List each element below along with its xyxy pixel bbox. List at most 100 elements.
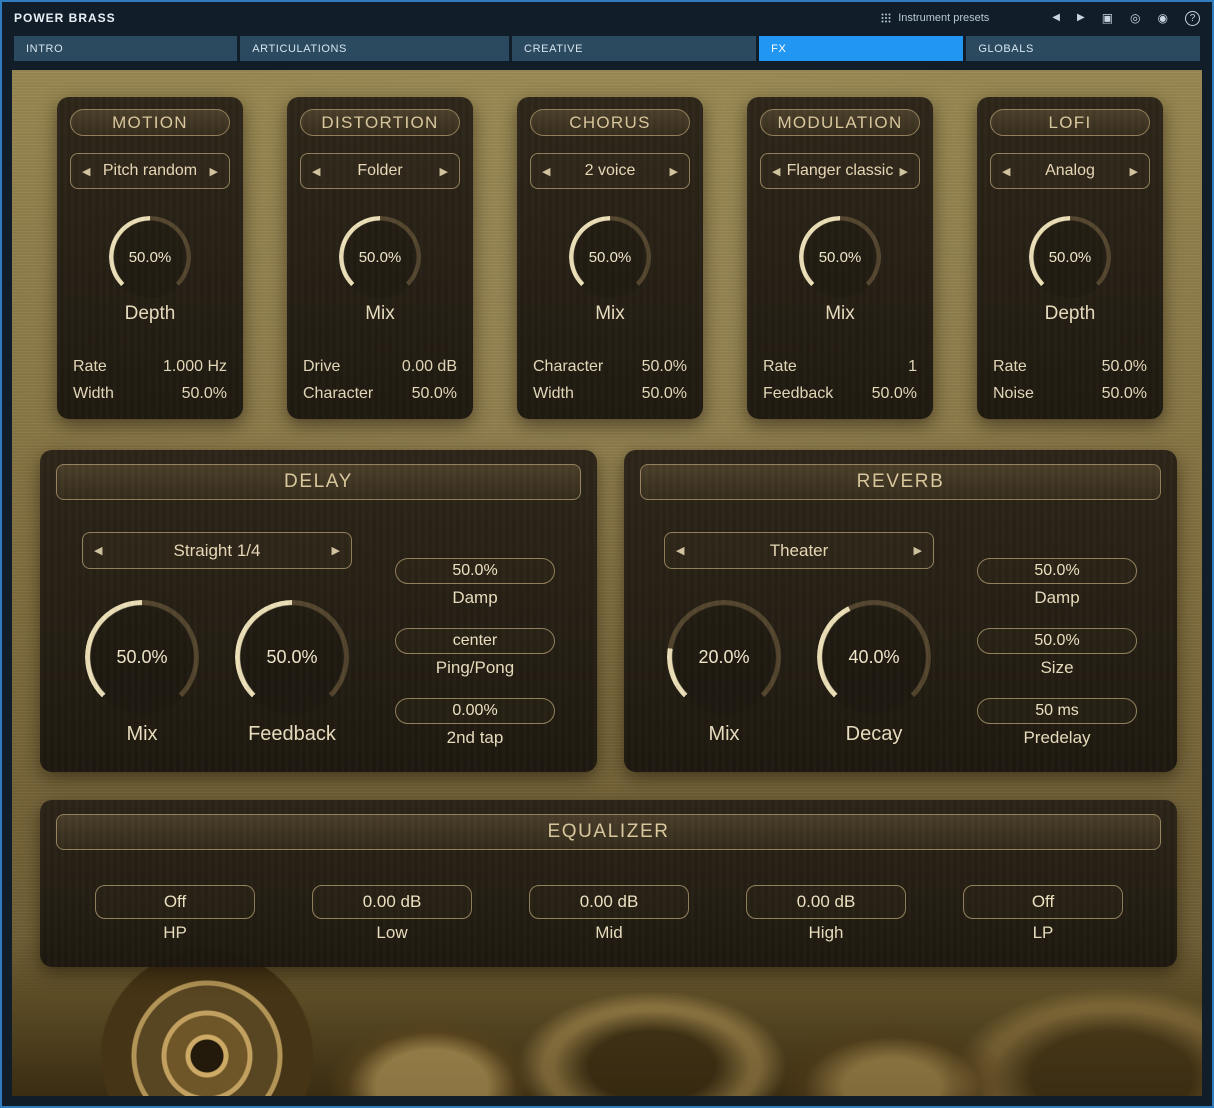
reverb-predelay-box[interactable]: 50 ms bbox=[977, 698, 1137, 724]
distortion-mix-knob[interactable]: 50.0% bbox=[339, 216, 421, 298]
motion-rate-param[interactable]: Rate 1.000 Hz bbox=[73, 353, 227, 380]
eye-icon[interactable]: ◉ bbox=[1158, 12, 1168, 24]
right-arrow-icon[interactable]: ▶ bbox=[670, 165, 678, 178]
delay-extra-params: 50.0% Damp center Ping/Pong 0.00% 2nd ta… bbox=[395, 558, 555, 748]
delay-mode-selector[interactable]: ◀ Straight 1/4 ▶ bbox=[82, 532, 352, 569]
lofi-depth-knob[interactable]: 50.0% bbox=[1029, 216, 1111, 298]
eq-mid-box[interactable]: 0.00 dB bbox=[529, 885, 689, 919]
knob-arc bbox=[799, 216, 881, 298]
reverb-panel-title: REVERB bbox=[640, 464, 1161, 500]
left-arrow-icon[interactable]: ◀ bbox=[82, 165, 90, 178]
distortion-drive-param[interactable]: Drive 0.00 dB bbox=[303, 353, 457, 380]
modulation-feedback-param[interactable]: Feedback 50.0% bbox=[763, 380, 917, 407]
param-name: Character bbox=[533, 358, 603, 376]
modulation-params: Rate 1 Feedback 50.0% bbox=[763, 353, 917, 407]
delay-2ndtap-group: 0.00% 2nd tap bbox=[395, 698, 555, 748]
left-arrow-icon[interactable]: ◀ bbox=[772, 165, 780, 178]
reverb-decay-knob[interactable]: 40.0% bbox=[817, 600, 931, 714]
chorus-mode-selector[interactable]: ◀ 2 voice ▶ bbox=[530, 153, 690, 189]
eq-low-box[interactable]: 0.00 dB bbox=[312, 885, 472, 919]
param-value: 50.0% bbox=[642, 385, 687, 403]
knob-arc bbox=[1029, 216, 1111, 298]
left-arrow-icon[interactable]: ◀ bbox=[676, 544, 684, 557]
delay-feedback-knob[interactable]: 50.0% bbox=[235, 600, 349, 714]
knob-arc bbox=[109, 216, 191, 298]
motion-panel: MOTION ◀ Pitch random ▶ 50.0% Depth Rate… bbox=[57, 97, 243, 419]
eq-mid-group: 0.00 dB Mid bbox=[529, 885, 689, 943]
param-name: Rate bbox=[993, 358, 1027, 376]
param-name: Rate bbox=[73, 358, 107, 376]
tab-creative[interactable]: CREATIVE bbox=[512, 36, 756, 61]
modulation-mode-value: Flanger classic bbox=[780, 162, 899, 180]
chorus-params: Character 50.0% Width 50.0% bbox=[533, 353, 687, 407]
eq-hp-group: Off HP bbox=[95, 885, 255, 943]
motion-mode-selector[interactable]: ◀ Pitch random ▶ bbox=[70, 153, 230, 189]
param-name: Width bbox=[73, 385, 114, 403]
chorus-width-param[interactable]: Width 50.0% bbox=[533, 380, 687, 407]
right-arrow-icon[interactable]: ▶ bbox=[210, 165, 218, 178]
delay-damp-box[interactable]: 50.0% bbox=[395, 558, 555, 584]
distortion-mode-value: Folder bbox=[320, 162, 439, 180]
right-arrow-icon[interactable]: ▶ bbox=[440, 165, 448, 178]
motion-width-param[interactable]: Width 50.0% bbox=[73, 380, 227, 407]
distortion-panel-title: DISTORTION bbox=[300, 109, 460, 136]
knob-arc bbox=[339, 216, 421, 298]
eq-hp-box[interactable]: Off bbox=[95, 885, 255, 919]
delay-2ndtap-box[interactable]: 0.00% bbox=[395, 698, 555, 724]
delay-damp-label: Damp bbox=[395, 588, 555, 608]
knob-label: Depth bbox=[1045, 303, 1096, 325]
next-preset-button[interactable]: ▶ bbox=[1077, 13, 1085, 23]
right-arrow-icon[interactable]: ▶ bbox=[332, 544, 340, 557]
reverb-damp-group: 50.0% Damp bbox=[977, 558, 1137, 608]
eq-high-box[interactable]: 0.00 dB bbox=[746, 885, 906, 919]
delay-2ndtap-label: 2nd tap bbox=[395, 728, 555, 748]
reverb-mix-knob[interactable]: 20.0% bbox=[667, 600, 781, 714]
modulation-mix-knob[interactable]: 50.0% bbox=[799, 216, 881, 298]
save-icon[interactable]: ▣ bbox=[1102, 12, 1113, 24]
reverb-predelay-label: Predelay bbox=[977, 728, 1137, 748]
knob-label: Mix bbox=[595, 303, 625, 325]
tab-fx[interactable]: FX bbox=[759, 36, 963, 61]
reverb-decay-group: 40.0% Decay bbox=[817, 600, 931, 746]
lofi-rate-param[interactable]: Rate 50.0% bbox=[993, 353, 1147, 380]
reverb-predelay-group: 50 ms Predelay bbox=[977, 698, 1137, 748]
left-arrow-icon[interactable]: ◀ bbox=[94, 544, 102, 557]
tab-intro[interactable]: INTRO bbox=[14, 36, 237, 61]
bypass-icon[interactable]: ◎ bbox=[1130, 12, 1140, 24]
distortion-params: Drive 0.00 dB Character 50.0% bbox=[303, 353, 457, 407]
reverb-size-box[interactable]: 50.0% bbox=[977, 628, 1137, 654]
reverb-mode-selector[interactable]: ◀ Theater ▶ bbox=[664, 532, 934, 569]
left-arrow-icon[interactable]: ◀ bbox=[542, 165, 550, 178]
delay-pingpong-box[interactable]: center bbox=[395, 628, 555, 654]
left-arrow-icon[interactable]: ◀ bbox=[312, 165, 320, 178]
reverb-size-label: Size bbox=[977, 658, 1137, 678]
instrument-presets-button[interactable]: Instrument presets bbox=[881, 12, 989, 24]
tab-articulations[interactable]: ARTICULATIONS bbox=[240, 36, 509, 61]
right-arrow-icon[interactable]: ▶ bbox=[900, 165, 908, 178]
eq-lp-box[interactable]: Off bbox=[963, 885, 1123, 919]
distortion-character-param[interactable]: Character 50.0% bbox=[303, 380, 457, 407]
prev-preset-button[interactable]: ◀ bbox=[1052, 13, 1060, 23]
chorus-panel-title: CHORUS bbox=[530, 109, 690, 136]
plugin-window: POWER BRASS Instrument presets ◀ ▶ ▣ ◎ ◉… bbox=[0, 0, 1214, 1108]
lofi-mode-selector[interactable]: ◀ Analog ▶ bbox=[990, 153, 1150, 189]
delay-mix-knob[interactable]: 50.0% bbox=[85, 600, 199, 714]
right-arrow-icon[interactable]: ▶ bbox=[1130, 165, 1138, 178]
left-arrow-icon[interactable]: ◀ bbox=[1002, 165, 1010, 178]
modulation-mode-selector[interactable]: ◀ Flanger classic ▶ bbox=[760, 153, 920, 189]
right-arrow-icon[interactable]: ▶ bbox=[914, 544, 922, 557]
knob-label: Mix bbox=[825, 303, 855, 325]
chorus-character-param[interactable]: Character 50.0% bbox=[533, 353, 687, 380]
modulation-rate-param[interactable]: Rate 1 bbox=[763, 353, 917, 380]
help-icon[interactable]: ? bbox=[1185, 11, 1200, 26]
tab-globals[interactable]: GLOBALS bbox=[966, 36, 1200, 61]
chorus-mix-knob[interactable]: 50.0% bbox=[569, 216, 651, 298]
eq-low-label: Low bbox=[312, 923, 472, 943]
modulation-panel-title: MODULATION bbox=[760, 109, 920, 136]
reverb-damp-box[interactable]: 50.0% bbox=[977, 558, 1137, 584]
param-name: Feedback bbox=[763, 385, 833, 403]
motion-depth-knob[interactable]: 50.0% bbox=[109, 216, 191, 298]
distortion-mode-selector[interactable]: ◀ Folder ▶ bbox=[300, 153, 460, 189]
lofi-noise-param[interactable]: Noise 50.0% bbox=[993, 380, 1147, 407]
eq-hp-label: HP bbox=[95, 923, 255, 943]
